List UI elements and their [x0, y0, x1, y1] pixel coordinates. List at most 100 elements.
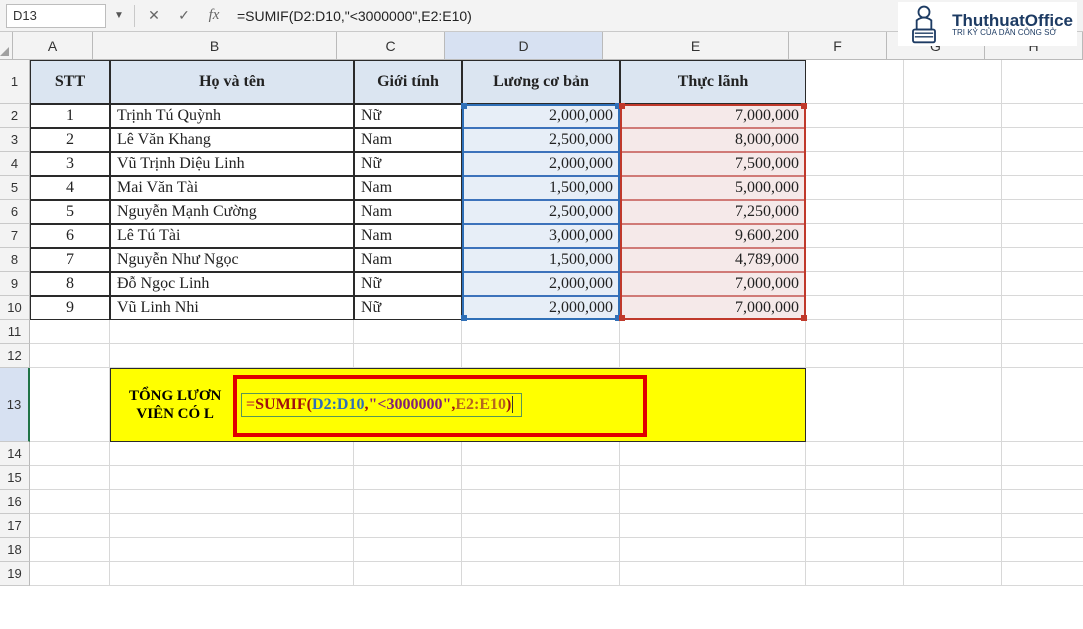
cell-E18[interactable]: [620, 538, 806, 562]
cell-sex-8[interactable]: Nữ: [354, 272, 462, 296]
row-header-12[interactable]: 12: [0, 344, 30, 368]
cell-D18[interactable]: [462, 538, 620, 562]
cell-F11[interactable]: [806, 320, 904, 344]
col-header-C[interactable]: C: [337, 32, 445, 60]
cell-B18[interactable]: [110, 538, 354, 562]
cell-D11[interactable]: [462, 320, 620, 344]
row-header-16[interactable]: 16: [0, 490, 30, 514]
header-cell-D[interactable]: Lương cơ bản: [462, 60, 620, 104]
cell-sex-5[interactable]: Nam: [354, 200, 462, 224]
cell-e-3[interactable]: 7,500,000: [620, 152, 806, 176]
cell-H3[interactable]: [1002, 128, 1083, 152]
cell-e-7[interactable]: 4,789,000: [620, 248, 806, 272]
row-header-4[interactable]: 4: [0, 152, 30, 176]
cell-A17[interactable]: [30, 514, 110, 538]
cell-E14[interactable]: [620, 442, 806, 466]
row-header-18[interactable]: 18: [0, 538, 30, 562]
cell-d-3[interactable]: 2,000,000: [462, 152, 620, 176]
cell-G15[interactable]: [904, 466, 1002, 490]
row-header-19[interactable]: 19: [0, 562, 30, 586]
cell-A18[interactable]: [30, 538, 110, 562]
cell-F18[interactable]: [806, 538, 904, 562]
fx-icon[interactable]: fx: [201, 4, 227, 28]
cell-stt-5[interactable]: 5: [30, 200, 110, 224]
cell-C19[interactable]: [354, 562, 462, 586]
cell-stt-4[interactable]: 4: [30, 176, 110, 200]
cell-H11[interactable]: [1002, 320, 1083, 344]
row-header-17[interactable]: 17: [0, 514, 30, 538]
cell-F4[interactable]: [806, 152, 904, 176]
cell-D19[interactable]: [462, 562, 620, 586]
cell-e-2[interactable]: 8,000,000: [620, 128, 806, 152]
cell-stt-9[interactable]: 9: [30, 296, 110, 320]
cell-e-4[interactable]: 5,000,000: [620, 176, 806, 200]
cell-B16[interactable]: [110, 490, 354, 514]
cell-d-4[interactable]: 1,500,000: [462, 176, 620, 200]
cell-F12[interactable]: [806, 344, 904, 368]
cell-d-9[interactable]: 2,000,000: [462, 296, 620, 320]
cell-stt-2[interactable]: 2: [30, 128, 110, 152]
cell-G11[interactable]: [904, 320, 1002, 344]
cell-E12[interactable]: [620, 344, 806, 368]
row-header-5[interactable]: 5: [0, 176, 30, 200]
cell-F8[interactable]: [806, 248, 904, 272]
cancel-icon[interactable]: ✕: [141, 4, 167, 28]
cell-F14[interactable]: [806, 442, 904, 466]
cell-H9[interactable]: [1002, 272, 1083, 296]
cell-sex-2[interactable]: Nam: [354, 128, 462, 152]
cell-sex-9[interactable]: Nữ: [354, 296, 462, 320]
cell-E11[interactable]: [620, 320, 806, 344]
cell-H10[interactable]: [1002, 296, 1083, 320]
cell-H19[interactable]: [1002, 562, 1083, 586]
cell-A19[interactable]: [30, 562, 110, 586]
cell-F19[interactable]: [806, 562, 904, 586]
cell-H17[interactable]: [1002, 514, 1083, 538]
cell-H5[interactable]: [1002, 176, 1083, 200]
cell-D17[interactable]: [462, 514, 620, 538]
cell-H6[interactable]: [1002, 200, 1083, 224]
cell-G3[interactable]: [904, 128, 1002, 152]
cell-B19[interactable]: [110, 562, 354, 586]
cell-F17[interactable]: [806, 514, 904, 538]
cell-G9[interactable]: [904, 272, 1002, 296]
header-cell-B[interactable]: Họ và tên: [110, 60, 354, 104]
cell-H13[interactable]: [1002, 368, 1083, 442]
cell-D12[interactable]: [462, 344, 620, 368]
cell-B15[interactable]: [110, 466, 354, 490]
cell-name-2[interactable]: Lê Văn Khang: [110, 128, 354, 152]
cell-e-8[interactable]: 7,000,000: [620, 272, 806, 296]
cell-A16[interactable]: [30, 490, 110, 514]
row-header-15[interactable]: 15: [0, 466, 30, 490]
cell-sex-7[interactable]: Nam: [354, 248, 462, 272]
cell-G13[interactable]: [904, 368, 1002, 442]
cell-C16[interactable]: [354, 490, 462, 514]
col-header-D[interactable]: D: [445, 32, 603, 60]
cell-E15[interactable]: [620, 466, 806, 490]
row-header-10[interactable]: 10: [0, 296, 30, 320]
row-header-3[interactable]: 3: [0, 128, 30, 152]
col-header-F[interactable]: F: [789, 32, 887, 60]
cell-F7[interactable]: [806, 224, 904, 248]
name-box-dropdown[interactable]: ▼: [110, 4, 128, 28]
cell-G7[interactable]: [904, 224, 1002, 248]
col-header-E[interactable]: E: [603, 32, 789, 60]
cell-A12[interactable]: [30, 344, 110, 368]
cell-A14[interactable]: [30, 442, 110, 466]
cell-F2[interactable]: [806, 104, 904, 128]
cell-G12[interactable]: [904, 344, 1002, 368]
cell-A13[interactable]: [30, 368, 110, 442]
cell-F1[interactable]: [806, 60, 904, 104]
cell-stt-3[interactable]: 3: [30, 152, 110, 176]
cell-sex-6[interactable]: Nam: [354, 224, 462, 248]
cell-G16[interactable]: [904, 490, 1002, 514]
cell-stt-8[interactable]: 8: [30, 272, 110, 296]
col-header-A[interactable]: A: [13, 32, 93, 60]
cell-H8[interactable]: [1002, 248, 1083, 272]
cell-name-5[interactable]: Nguyễn Mạnh Cường: [110, 200, 354, 224]
cell-H18[interactable]: [1002, 538, 1083, 562]
cell-name-1[interactable]: Trịnh Tú Quỳnh: [110, 104, 354, 128]
cell-d-2[interactable]: 2,500,000: [462, 128, 620, 152]
header-cell-A[interactable]: STT: [30, 60, 110, 104]
cell-stt-1[interactable]: 1: [30, 104, 110, 128]
cell-e-9[interactable]: 7,000,000: [620, 296, 806, 320]
